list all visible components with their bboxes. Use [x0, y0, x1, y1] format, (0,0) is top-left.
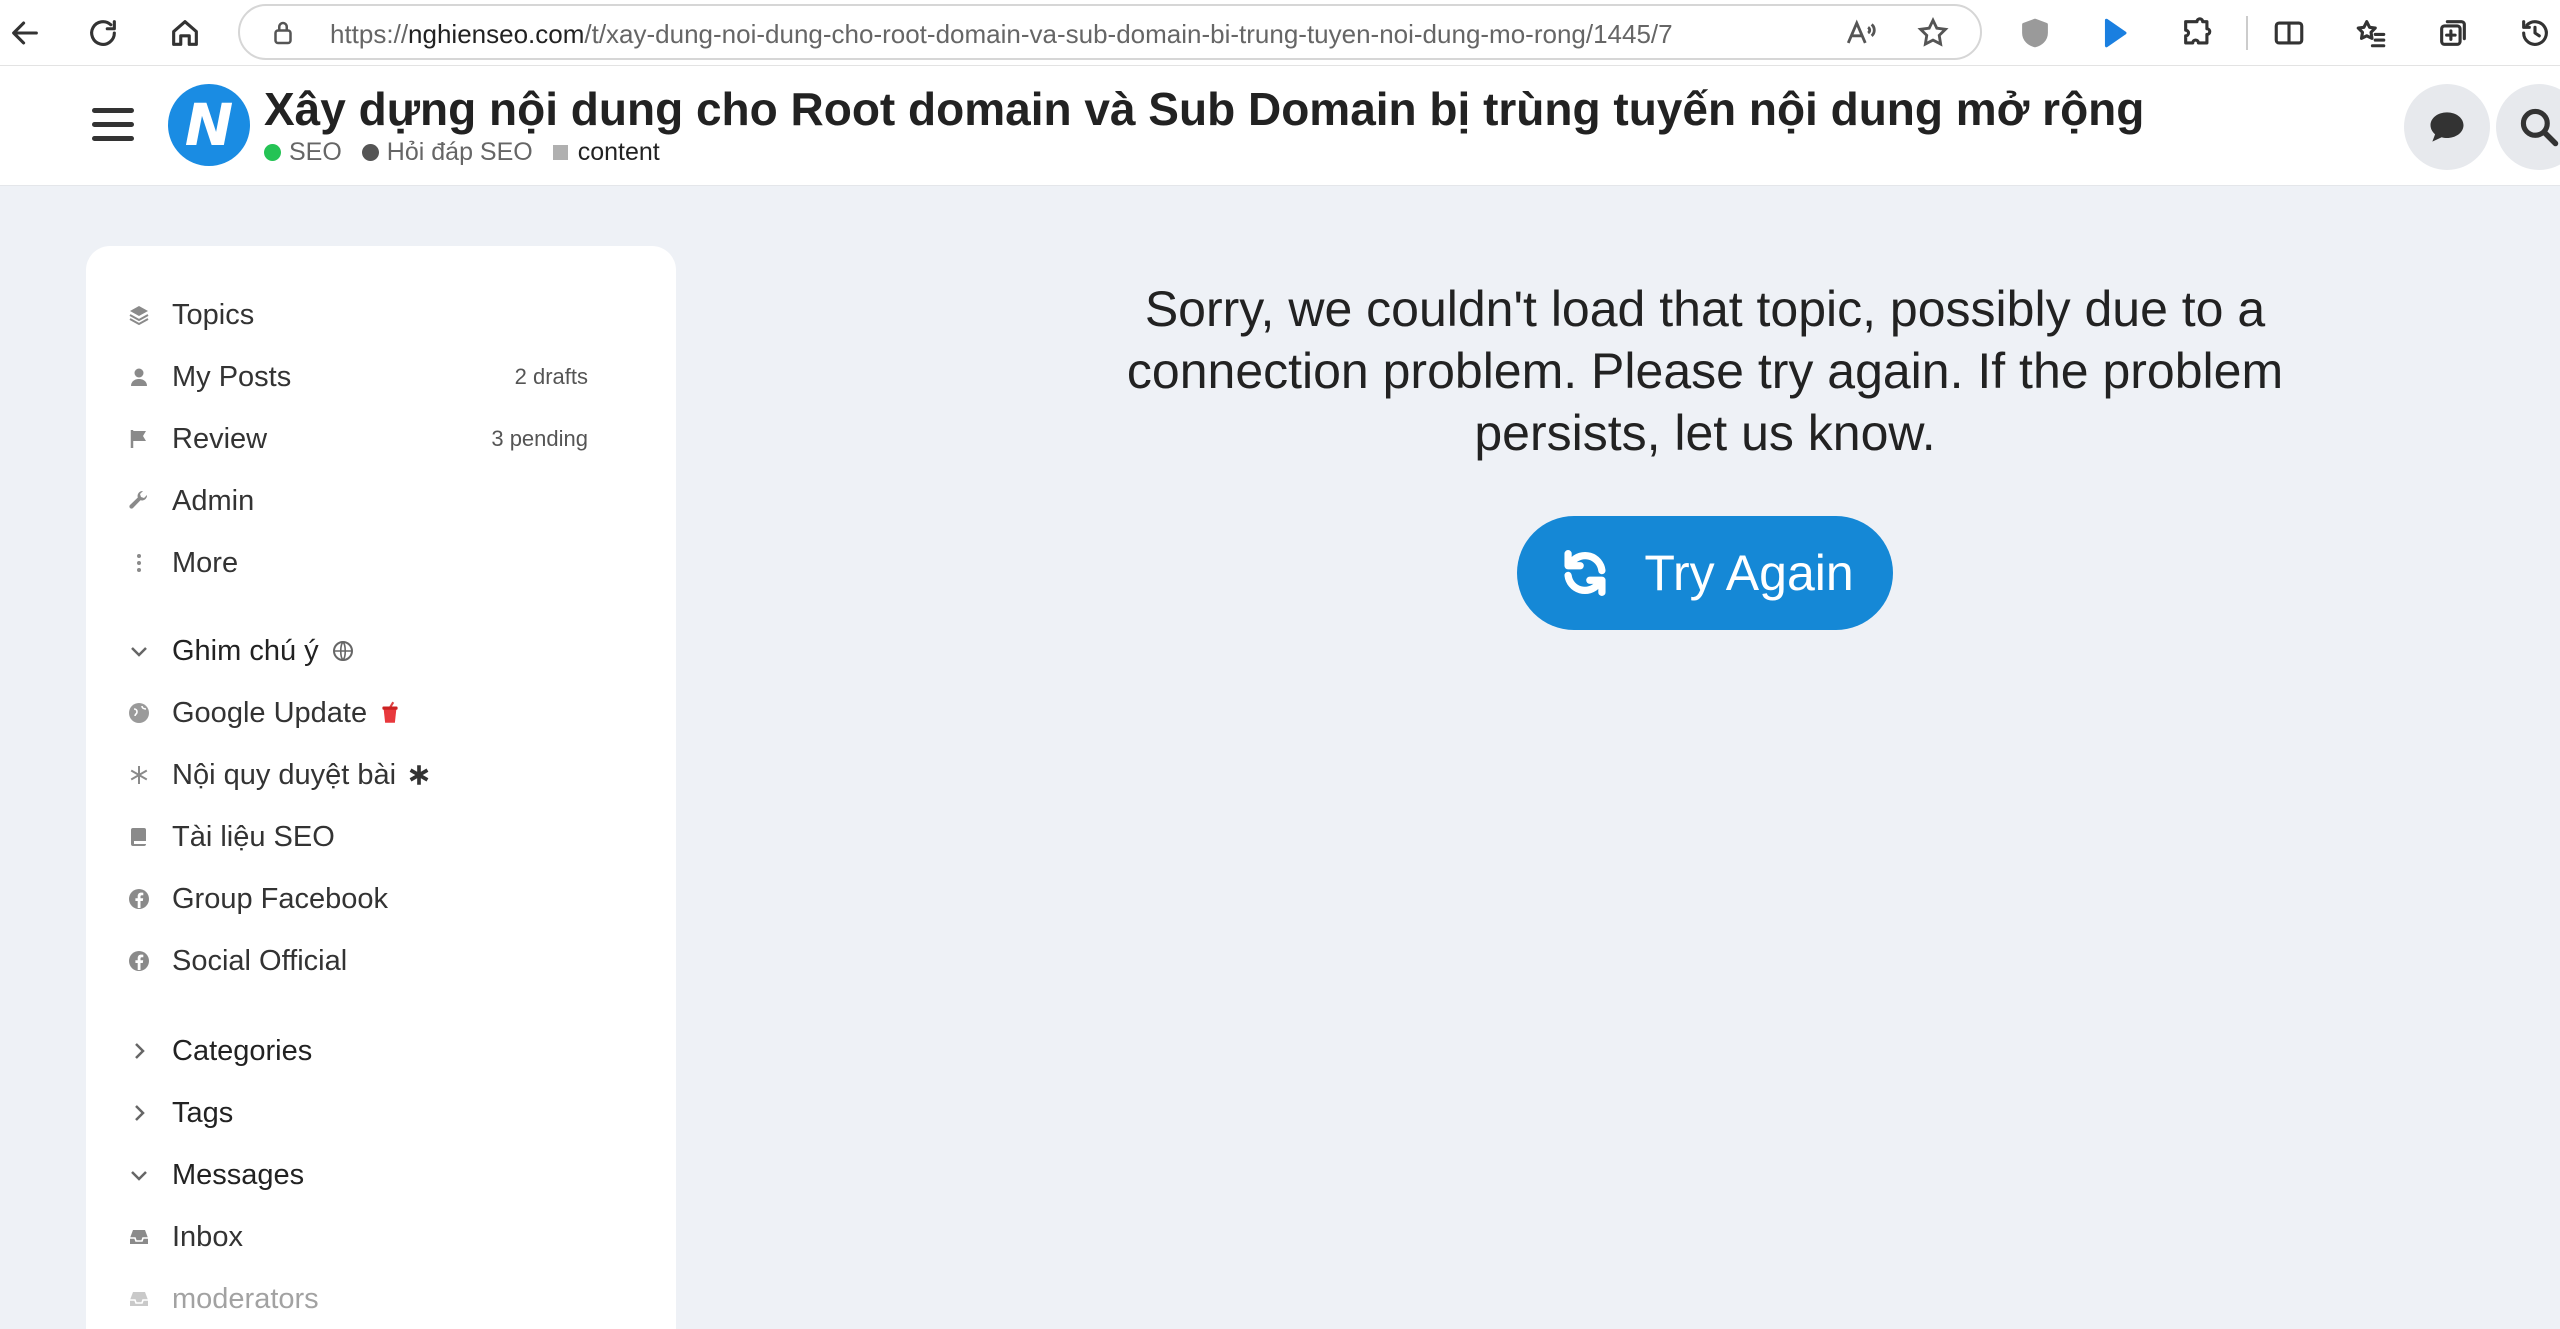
sidebar-item-label: Social Official: [172, 944, 348, 977]
category-label: Hỏi đáp SEO: [386, 138, 533, 166]
split-screen-icon[interactable]: [2264, 8, 2314, 58]
tag-content[interactable]: content: [552, 138, 660, 167]
inbox-icon: [126, 1224, 152, 1250]
extensions-puzzle-icon[interactable]: [2172, 8, 2222, 58]
wrench-icon: [126, 488, 152, 514]
sidebar-item-label: More: [172, 546, 239, 579]
sidebar-item-label: Group Facebook: [172, 882, 389, 915]
category-dot-icon: [264, 144, 281, 161]
tag-label: content: [577, 138, 660, 166]
search-icon: [2520, 108, 2559, 147]
back-icon[interactable]: [0, 8, 50, 58]
sidebar-section-ghim-chu-y[interactable]: Ghim chú ý: [126, 626, 656, 676]
sidebar: Topics My Posts 2 drafts Review 3 pendin…: [86, 246, 676, 1329]
sidebar-item-review[interactable]: Review 3 pending: [126, 414, 656, 464]
chevron-right-icon: [126, 1100, 152, 1126]
section-label: Ghim chú ý: [172, 634, 319, 667]
category-seo[interactable]: SEO: [264, 138, 342, 167]
sidebar-item-moderators[interactable]: moderators: [126, 1274, 656, 1324]
sidebar-item-label: Tài liệu SEO: [172, 820, 335, 853]
shield-extension-icon[interactable]: [2010, 8, 2060, 58]
pending-count: 3 pending: [491, 426, 588, 451]
globe-icon: [126, 700, 152, 726]
logo-letter: N: [184, 91, 234, 159]
sidebar-section-messages[interactable]: Messages: [126, 1150, 656, 1200]
chevron-right-icon: [126, 1038, 152, 1064]
category-hoi-dap-seo[interactable]: Hỏi đáp SEO: [361, 138, 533, 167]
sidebar-item-topics[interactable]: Topics: [126, 290, 656, 340]
site-logo[interactable]: N: [168, 84, 250, 166]
favorites-icon[interactable]: [2346, 8, 2396, 58]
section-label: Tags: [172, 1096, 234, 1129]
sidebar-item-label: moderators: [172, 1282, 319, 1315]
try-again-label: Try Again: [1644, 545, 1854, 601]
chevron-down-icon: [126, 638, 152, 664]
sidebar-section-tags[interactable]: Tags: [126, 1088, 656, 1138]
breadcrumb: SEO Hỏi đáp SEO content: [264, 138, 680, 167]
chat-bubble-icon: [2430, 112, 2464, 142]
refresh-icon[interactable]: [78, 8, 128, 58]
sidebar-item-social-official[interactable]: Social Official: [126, 936, 656, 986]
sidebar-item-group-facebook[interactable]: Group Facebook: [126, 874, 656, 924]
tag-square-icon: [552, 145, 568, 160]
sidebar-item-more[interactable]: More: [126, 538, 656, 588]
refresh-icon: [1564, 550, 1606, 596]
asterisk-icon: [126, 762, 152, 788]
sidebar-item-label: Review: [172, 422, 268, 455]
error-message: Sorry, we couldn't load that topic, poss…: [1126, 281, 2284, 461]
globe-icon: [332, 641, 353, 661]
sidebar-item-my-posts[interactable]: My Posts 2 drafts: [126, 352, 656, 402]
sidebar-item-label: My Posts: [172, 360, 292, 393]
section-label: Messages: [172, 1158, 305, 1191]
browser-toolbar: https://nghienseo.com/t/xay-dung-noi-dun…: [0, 0, 2560, 66]
category-dot-icon: [361, 144, 379, 161]
sidebar-item-label: Nội quy duyệt bài: [172, 758, 397, 791]
drafts-count: 2 drafts: [514, 364, 588, 389]
url-text[interactable]: https://nghienseo.com/t/xay-dung-noi-dun…: [330, 19, 1673, 50]
address-bar[interactable]: https://nghienseo.com/t/xay-dung-noi-dun…: [238, 4, 1982, 60]
lock-icon[interactable]: [268, 18, 298, 48]
chat-button[interactable]: [2404, 84, 2490, 170]
try-again-button[interactable]: Try Again: [1517, 516, 1893, 630]
sidebar-item-label: Admin: [172, 484, 255, 517]
topic-title[interactable]: Xây dựng nội dung cho Root domain và Sub…: [264, 82, 2144, 136]
hamburger-menu-icon[interactable]: [92, 108, 134, 142]
book-icon: [126, 824, 152, 850]
home-icon[interactable]: [160, 8, 210, 58]
user-icon: [126, 364, 152, 390]
cursor-extension-icon[interactable]: [2090, 8, 2140, 58]
favorite-star-icon[interactable]: [1916, 16, 1950, 50]
url-host: nghienseo.com: [408, 19, 585, 49]
section-label: Categories: [172, 1034, 313, 1067]
sidebar-item-inbox[interactable]: Inbox: [126, 1212, 656, 1262]
flag-icon: [126, 426, 152, 452]
facebook-icon: [126, 886, 152, 912]
toolbar-divider: [2246, 16, 2248, 50]
ellipsis-vertical-icon: [126, 550, 152, 576]
search-button[interactable]: [2496, 84, 2560, 170]
history-icon[interactable]: [2510, 8, 2560, 58]
sidebar-item-tai-lieu-seo[interactable]: Tài liệu SEO: [126, 812, 656, 862]
site-header: N Xây dựng nội dung cho Root domain và S…: [0, 66, 2560, 186]
sidebar-item-label: Topics: [172, 298, 255, 331]
sidebar-item-google-update[interactable]: Google Update: [126, 688, 656, 738]
sidebar-section-categories[interactable]: Categories: [126, 1026, 656, 1076]
sidebar-item-label: Inbox: [172, 1220, 243, 1253]
asterisk-bold-icon: [409, 765, 429, 785]
chevron-down-icon: [126, 1162, 152, 1188]
inbox-icon: [126, 1286, 152, 1312]
sidebar-item-noi-quy[interactable]: Nội quy duyệt bài: [126, 750, 656, 800]
collections-icon[interactable]: [2428, 8, 2478, 58]
sidebar-item-admin[interactable]: Admin: [126, 476, 656, 526]
url-path: /t/xay-dung-noi-dung-cho-root-domain-va-…: [584, 19, 1673, 49]
category-label: SEO: [289, 138, 342, 166]
layers-icon: [126, 302, 152, 328]
read-aloud-icon[interactable]: [1844, 16, 1878, 50]
facebook-icon: [126, 948, 152, 974]
sidebar-item-label: Google Update: [172, 696, 368, 729]
url-scheme: https://: [330, 19, 409, 49]
drink-cup-icon: [382, 701, 398, 723]
